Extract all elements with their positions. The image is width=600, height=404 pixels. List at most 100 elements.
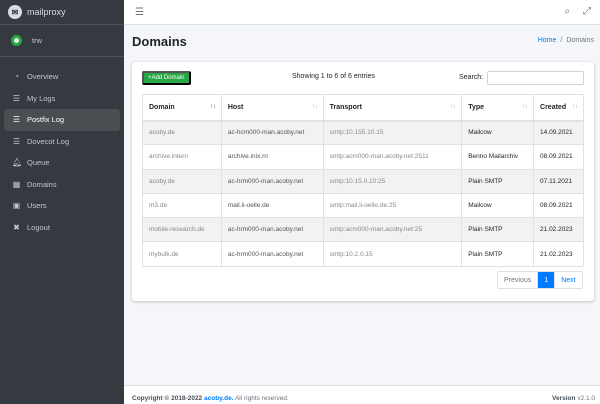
add-domain-button[interactable]: +Add Domain	[142, 71, 191, 85]
sidebar-item-label: Overview	[27, 72, 59, 82]
sidebar: ✉ mailproxy trw ◔ Overview ☰ My Logs ☰ P…	[0, 0, 124, 404]
brand-name: mailproxy	[27, 7, 66, 17]
cell-transport: smtp:acm000-man.acoby.net:25	[322, 217, 463, 243]
sidebar-item-dovecot-log[interactable]: ☰ Dovecot Log	[4, 131, 120, 153]
cell-domain: acoby.de	[142, 119, 222, 146]
entries-info: Showing 1 to 6 of 6 entries	[292, 73, 375, 80]
table-row[interactable]: acoby.de ac-hcm000-man.acoby.net smtp:10…	[142, 119, 584, 146]
footer: Copyright © 2018-2022 acoby.de. All righ…	[124, 385, 600, 404]
cell-type: Mailcow	[461, 192, 535, 219]
fullscreen-icon[interactable]: ⤢	[583, 6, 591, 17]
table-row[interactable]: mybulk.de ac-hrm000-man.acoby.net smtp:1…	[142, 241, 584, 267]
cell-domain: archive.intern	[142, 144, 222, 170]
cell-host: ac-hrm000-man.acoby.net	[220, 168, 324, 194]
list-icon: ☰	[12, 115, 21, 125]
table-row[interactable]: mobile-research.de ac-hrm000-man.acoby.n…	[142, 217, 584, 243]
breadcrumb: Home / Domains	[538, 37, 594, 44]
column-header-domain[interactable]: Domain ↑↓	[142, 94, 222, 122]
cell-created: 21.02.2023	[533, 241, 584, 267]
sidebar-item-label: My Logs	[27, 93, 56, 103]
column-header-created[interactable]: Created ↑↓	[533, 94, 584, 122]
column-header-type[interactable]: Type ↑↓	[461, 94, 535, 122]
sidebar-item-label: Queue	[27, 158, 50, 168]
company-link[interactable]: acoby.de.	[204, 395, 234, 402]
cell-domain: mybulk.de	[142, 241, 222, 267]
cell-created: 21.02.2023	[533, 217, 584, 243]
sidebar-item-label: Postfix Log	[27, 115, 65, 125]
table-header-row: Domain ↑↓ Host ↑↓ Transport ↑↓ Type ↑↓ Creat…	[142, 94, 584, 122]
pagination: Previous 1 Next	[497, 271, 583, 289]
cell-host: ac-hrm000-man.acoby.net	[220, 217, 324, 243]
cell-domain: acoby.de	[142, 168, 222, 194]
cell-type: Benno Mailarchiv	[461, 144, 535, 170]
copyright-text: Copyright © 2018-2022	[132, 395, 203, 402]
avatar	[11, 35, 22, 46]
calendar-icon: ▦	[12, 179, 21, 189]
sort-icon: ↑↓	[311, 104, 318, 110]
column-label: Transport	[329, 103, 362, 111]
dashboard-icon: ◔	[14, 72, 19, 82]
search-label: Search:	[459, 74, 484, 81]
version-number: v2.1.0	[577, 395, 595, 402]
sidebar-item-logout[interactable]: ✖ Logout	[4, 217, 120, 239]
sidebar-item-label: Logout	[27, 222, 50, 232]
rights-text: All rights reserved.	[234, 395, 289, 402]
envelope-icon: ✉	[8, 5, 22, 19]
sort-icon: ↑↓	[522, 104, 529, 110]
cell-transport: smtp:10.2.0.15	[322, 241, 463, 267]
brand[interactable]: ✉ mailproxy	[0, 0, 124, 25]
table-row[interactable]: m3.de mail.li-oelle.de smtp:mail.li-oell…	[142, 192, 584, 219]
previous-page-button[interactable]: Previous	[498, 272, 539, 288]
column-header-transport[interactable]: Transport ↑↓	[322, 94, 463, 122]
cell-created: 07.11.2021	[533, 168, 584, 194]
column-label: Type	[468, 103, 485, 111]
user-name: trw	[32, 36, 42, 45]
cell-type: Plain SMTP	[461, 241, 535, 267]
next-page-button[interactable]: Next	[555, 272, 581, 288]
user-panel[interactable]: trw	[0, 25, 124, 57]
table-row[interactable]: archive.intern archive.inix.rn smtp:acm0…	[142, 144, 584, 170]
sort-icon: ↑↓	[450, 104, 457, 110]
top-navbar: ☰ ⌕ ⤢	[124, 0, 600, 25]
breadcrumb-separator: /	[560, 37, 563, 44]
cell-host: ac-hcm000-man.acoby.net	[220, 119, 324, 146]
cell-transport: smtp:acm000-man.acoby.net:2511	[322, 144, 463, 170]
sidebar-item-my-logs[interactable]: ☰ My Logs	[4, 88, 120, 110]
cell-host: mail.li-oelle.de	[220, 192, 324, 219]
list-icon: ☰	[12, 136, 21, 146]
page-1-button[interactable]: 1	[538, 272, 556, 288]
cell-created: 08.09.2021	[533, 144, 584, 170]
footer-version: Version v2.1.0	[552, 395, 595, 402]
sort-icon: ↑↓	[572, 104, 578, 110]
cell-host: ac-hrm000-man.acoby.net	[220, 241, 324, 267]
sidebar-item-domains[interactable]: ▦ Domains	[4, 174, 120, 196]
hamburger-menu-icon[interactable]: ☰	[135, 7, 144, 18]
domains-card: +Add Domain Showing 1 to 6 of 6 entries …	[132, 62, 594, 301]
sidebar-item-overview[interactable]: ◔ Overview	[4, 66, 120, 88]
cell-created: 14.09.2021	[533, 119, 584, 146]
list-icon: ☰	[12, 93, 21, 103]
cell-domain: mobile-research.de	[142, 217, 222, 243]
cell-type: Plain SMTP	[461, 217, 535, 243]
footer-copyright: Copyright © 2018-2022 acoby.de. All righ…	[132, 395, 289, 402]
version-label: Version	[551, 395, 576, 402]
domains-table: Domain ↑↓ Host ↑↓ Transport ↑↓ Type ↑↓ Creat…	[142, 94, 584, 267]
page-title: Domains	[132, 34, 187, 49]
cell-domain: m3.de	[142, 192, 222, 219]
search-icon[interactable]: ⌕	[564, 6, 570, 17]
sidebar-item-users[interactable]: ▣ Users	[4, 195, 120, 217]
cell-type: Plain SMTP	[461, 168, 535, 194]
sidebar-item-postfix-log[interactable]: ☰ Postfix Log	[4, 109, 120, 131]
sort-asc-icon: ↑↓	[209, 104, 216, 110]
address-book-icon: ▣	[12, 201, 21, 211]
bell-icon: 🔔︎	[12, 158, 23, 168]
sidebar-item-label: Dovecot Log	[27, 136, 70, 146]
cell-type: Mailcow	[461, 119, 535, 146]
sidebar-item-queue[interactable]: 🔔︎ Queue	[4, 152, 120, 174]
column-header-host[interactable]: Host ↑↓	[220, 94, 324, 122]
table-row[interactable]: acoby.de ac-hrm000-man.acoby.net smtp:10…	[142, 168, 584, 194]
column-label: Created	[540, 103, 567, 111]
breadcrumb-home-link[interactable]: Home	[538, 37, 557, 44]
search-input[interactable]	[487, 71, 584, 85]
cell-transport: smtp:mail.li-oelle.de:25	[322, 192, 463, 219]
